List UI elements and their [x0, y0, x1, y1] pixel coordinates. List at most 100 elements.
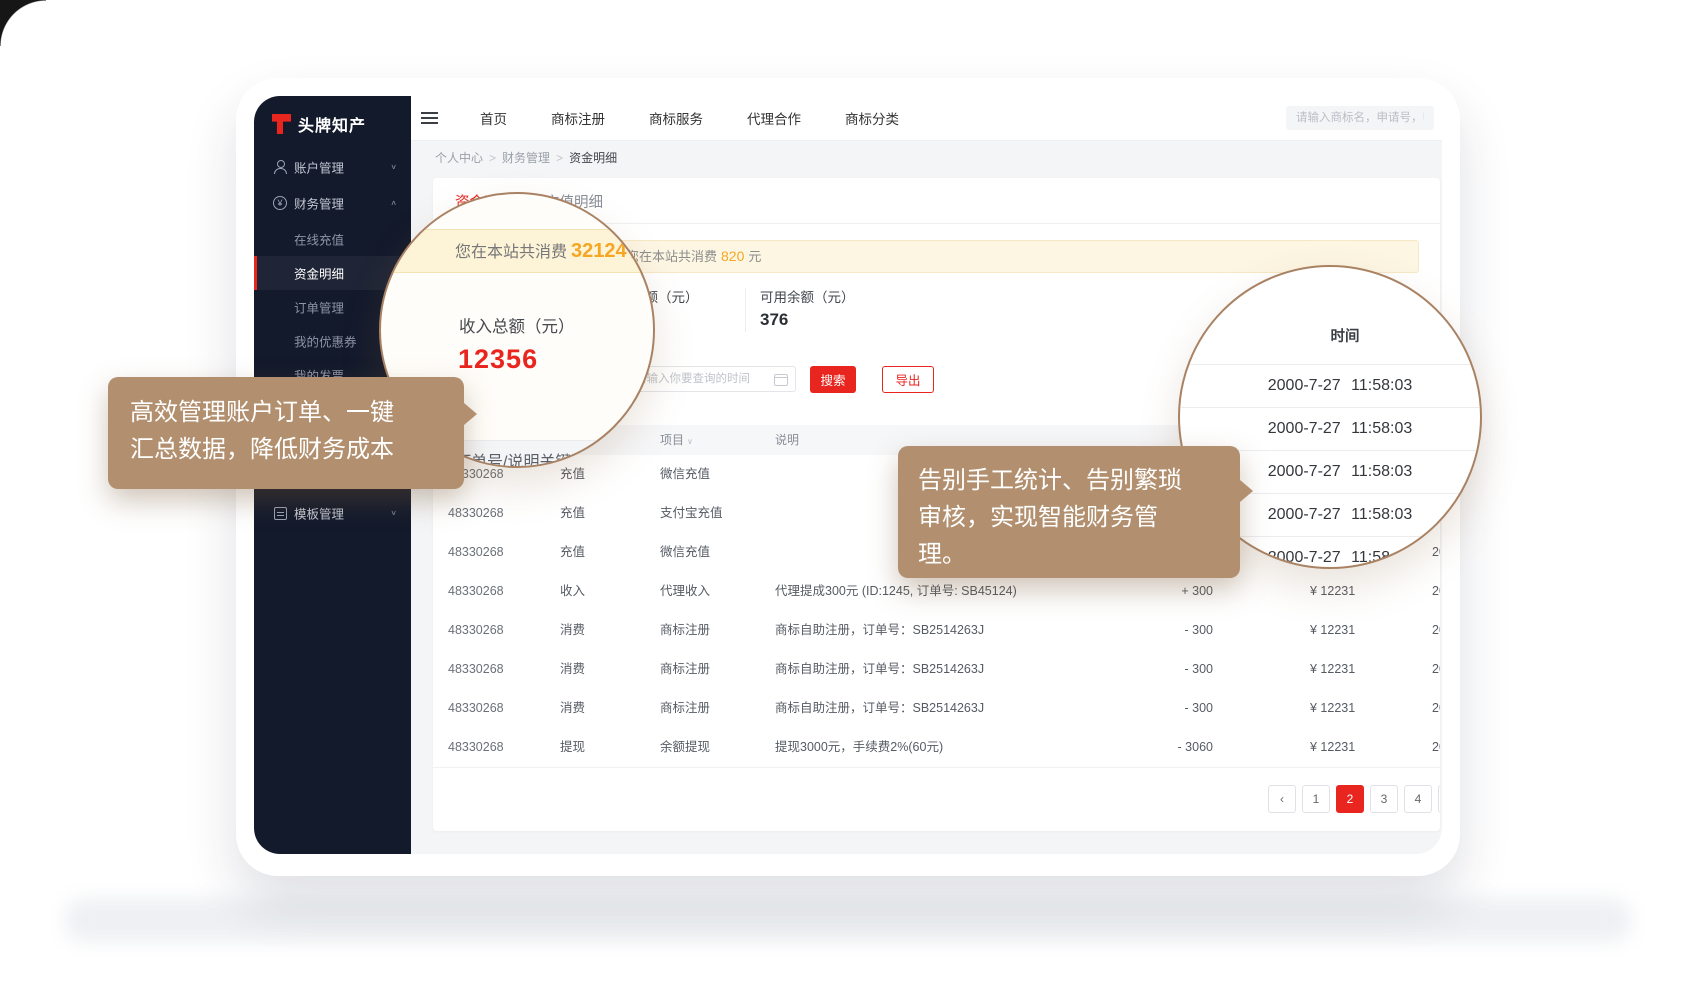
cell-project: 支付宝充值	[660, 494, 723, 533]
cell-time: 2000-7-27 11:58:03	[1432, 611, 1440, 650]
search-button[interactable]: 搜索	[810, 366, 856, 393]
header-project[interactable]: 项目∨	[660, 425, 693, 457]
cell-order-no: 48330268	[448, 572, 504, 611]
nav-item-home[interactable]: 首页	[480, 108, 507, 128]
topbar: 首页 商标注册 商标服务 代理合作 商标分类	[411, 96, 1442, 141]
pagination-page-3[interactable]: 3	[1370, 785, 1398, 813]
brand-logo-icon	[272, 114, 291, 134]
cell-time: 2000-7-27 11:58:03	[1432, 650, 1440, 689]
table-row: 48330268 提现 余额提现 提现3000元，手续费2%(60元) - 30…	[433, 728, 1440, 768]
lens-row-divider	[1180, 364, 1480, 365]
lens-notice-label: 您在本站共消费	[455, 244, 567, 261]
sidebar-item-label: 资金明细	[294, 264, 344, 283]
cell-type: 消费	[560, 689, 585, 728]
cell-order-no: 48330268	[448, 689, 504, 728]
template-icon	[273, 506, 287, 520]
lens-time-row-partial: 2000-7-27 11:58:03	[1220, 549, 1460, 567]
table-row: 48330268 消费 商标注册 商标自助注册，订单号：SB2514263J -…	[433, 650, 1440, 690]
lens-row-divider	[1180, 407, 1480, 408]
cell-project: 商标注册	[660, 611, 710, 650]
pagination-prev-button[interactable]: ‹	[1268, 785, 1296, 813]
sidebar-item-account[interactable]: 账户管理 ∨	[254, 150, 411, 184]
notice-amount: 820	[721, 248, 744, 264]
cell-order-no: 48330268	[448, 728, 504, 767]
callout-left: 高效管理账户订单、一键 汇总数据，降低财务成本	[108, 377, 464, 489]
cell-time: 2000-7-27 11:58:03	[1432, 572, 1440, 611]
pagination-page-5[interactable]: 5	[1438, 785, 1440, 813]
cell-project: 代理收入	[660, 572, 710, 611]
lens-time-row: 2000-7-27 11:58:03	[1220, 420, 1460, 438]
nav-item-trademark-service[interactable]: 商标服务	[649, 108, 703, 128]
cell-project: 微信充值	[660, 533, 710, 572]
breadcrumb-separator: >	[489, 151, 496, 165]
pagination-page-1[interactable]: 1	[1302, 785, 1330, 813]
rounded-corner-mask	[0, 0, 46, 46]
date-filter-input[interactable]	[624, 366, 796, 392]
balance-value: 376	[760, 310, 788, 330]
cell-description: 商标自助注册，订单号：SB2514263J	[775, 650, 984, 689]
balance-label: 可用余额（元）	[760, 286, 855, 306]
chevron-down-icon: ∨	[390, 509, 397, 518]
cell-balance: ¥ 12231	[1310, 728, 1355, 767]
cell-type: 消费	[560, 611, 585, 650]
breadcrumb-part[interactable]: 财务管理	[502, 151, 550, 165]
lens-notice-suffix: 元	[631, 244, 647, 261]
breadcrumb: 个人中心>财务管理>资金明细	[435, 149, 617, 166]
cell-type: 提现	[560, 728, 585, 767]
pagination-page-2-active[interactable]: 2	[1336, 785, 1364, 813]
cell-balance: ¥ 12231	[1310, 611, 1355, 650]
pagination: ‹ 1 2 3 4 5	[1268, 785, 1440, 813]
sidebar-item-label: 订单管理	[294, 298, 344, 317]
export-button[interactable]: 导出	[882, 366, 934, 393]
header-project-label: 项目	[660, 433, 684, 447]
lens-time-row: 2000-7-27 11:58:03	[1220, 506, 1460, 524]
sidebar-item-templates[interactable]: 模板管理 ∨	[254, 496, 411, 530]
finance-icon: ¥	[273, 196, 287, 210]
lens-time-row: 2000-7-27 11:58:03	[1220, 377, 1460, 395]
hamburger-icon[interactable]	[421, 112, 438, 114]
lens-notice-amount: 32124	[571, 240, 627, 262]
brand-logo[interactable]: 头牌知产	[272, 112, 366, 136]
table-row: 48330268 收入 代理收入 代理提成300元 (ID:1245, 订单号:…	[433, 572, 1440, 612]
user-icon	[273, 160, 287, 174]
cell-project: 商标注册	[660, 650, 710, 689]
cell-balance: ¥ 12231	[1310, 572, 1355, 611]
notice-suffix: 元	[748, 249, 761, 264]
cell-project: 微信充值	[660, 455, 710, 494]
cell-type: 充值	[560, 494, 585, 533]
cell-amount: - 3060	[1123, 728, 1213, 767]
cell-balance: ¥ 12231	[1310, 650, 1355, 689]
pagination-page-4[interactable]: 4	[1404, 785, 1432, 813]
cell-description: 提现3000元，手续费2%(60元)	[775, 728, 943, 767]
trademark-search-input[interactable]	[1286, 106, 1434, 130]
cell-time: 2000-7-27 11:58:03	[1432, 689, 1440, 728]
cell-order-no: 48330268	[448, 494, 504, 533]
sidebar-item-finance[interactable]: ¥ 财务管理 ∧	[254, 186, 411, 220]
cell-order-no: 48330268	[448, 611, 504, 650]
cell-amount: - 300	[1123, 650, 1213, 689]
cell-balance: ¥ 12231	[1310, 689, 1355, 728]
calendar-icon[interactable]	[774, 374, 788, 386]
top-nav: 首页 商标注册 商标服务 代理合作 商标分类	[480, 96, 899, 140]
nav-item-trademark-register[interactable]: 商标注册	[551, 108, 605, 128]
cell-amount: - 300	[1123, 611, 1213, 650]
lens-notice-bar: 您在本站共消费32124元	[379, 229, 655, 273]
breadcrumb-part[interactable]: 个人中心	[435, 151, 483, 165]
cell-type: 收入	[560, 572, 585, 611]
brand-logo-text: 头牌知产	[298, 112, 366, 136]
cell-description: 商标自助注册，订单号：SB2514263J	[775, 611, 984, 650]
cell-project: 余额提现	[660, 728, 710, 767]
cell-order-no: 48330268	[448, 650, 504, 689]
nav-item-agent-cooperation[interactable]: 代理合作	[747, 108, 801, 128]
lens-time-row: 2000-7-27 11:58:03	[1220, 463, 1460, 481]
sidebar-item-label: 我的优惠券	[294, 332, 357, 351]
callout-right: 告别手工统计、告别繁琐 审核，实现智能财务管 理。	[898, 446, 1240, 578]
cell-project: 商标注册	[660, 689, 710, 728]
lens-time-header: 时间	[1235, 325, 1455, 346]
lens-income-value: 12356	[458, 344, 538, 375]
screenshot-stage: 头牌知产 账户管理 ∨ ¥ 财务管理 ∧ 在线充值 资金明细 订单管理	[0, 0, 1696, 1002]
breadcrumb-current: 资金明细	[569, 151, 617, 165]
nav-item-trademark-category[interactable]: 商标分类	[845, 108, 899, 128]
laptop-base	[64, 898, 1632, 942]
sidebar-item-label: 在线充值	[294, 230, 344, 249]
